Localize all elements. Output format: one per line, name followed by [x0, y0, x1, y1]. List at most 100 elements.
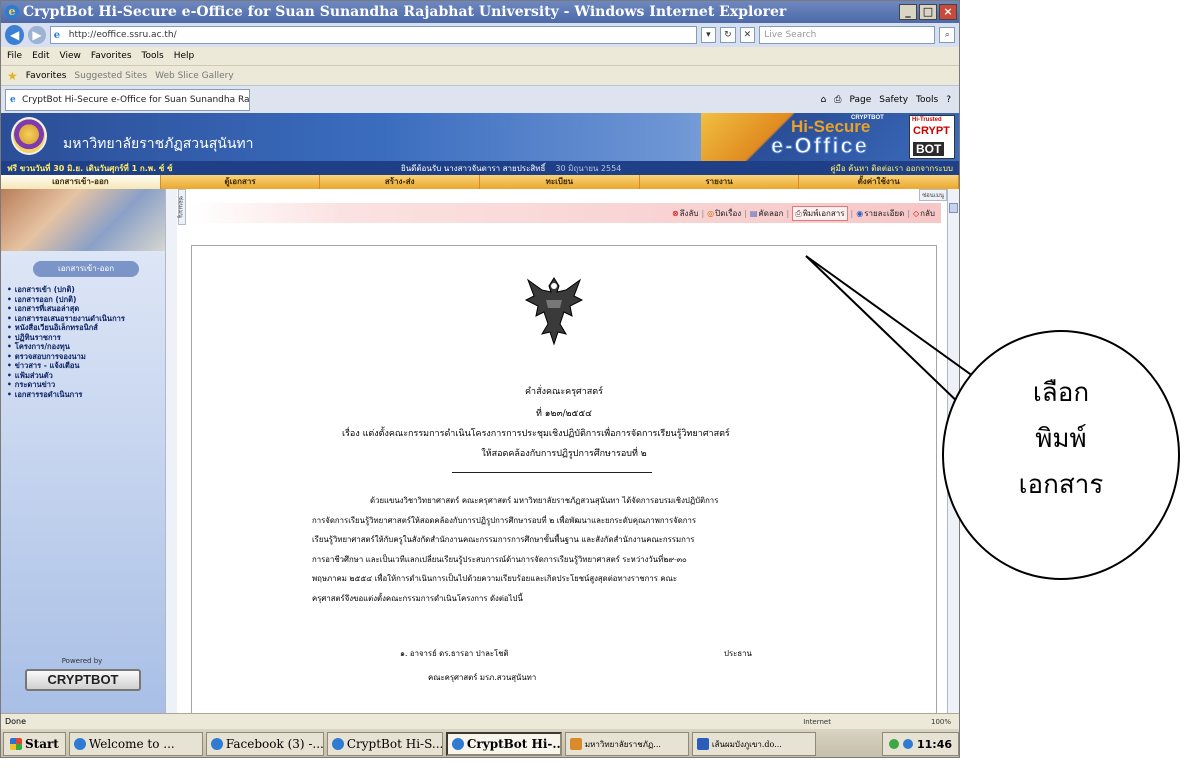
cryptbot-logo[interactable]: CRYPTBOT	[25, 669, 141, 691]
delete-button[interactable]: ⊗ลึงลับ	[672, 207, 699, 220]
start-button[interactable]: Start	[3, 732, 66, 756]
scroll-thumb[interactable]	[949, 203, 958, 213]
search-icon[interactable]: ⌕	[939, 27, 956, 43]
eoffice-logo: CRYPTBOT Hi-Secure e-Office Hi-Trusted C…	[701, 113, 959, 161]
sidebar-item[interactable]: แฟ้มส่วนตัว	[7, 371, 125, 381]
sidebar-item[interactable]: หนังสือเวียนอิเล็กทรอนิกส์	[7, 323, 125, 333]
ie-icon	[331, 738, 344, 750]
ie-icon	[451, 738, 464, 750]
status-bar: Done Internet 100%	[1, 713, 959, 729]
sidebar-list: เอกสารเข้า (ปกติ) เอกสารออก (ปกติ) เอกสา…	[7, 285, 125, 399]
sidebar-item[interactable]: กระดานข่าว	[7, 380, 125, 390]
university-name: มหาวิทยาลัยราชภัฏสวนสุนันทา	[63, 136, 254, 152]
menu-edit[interactable]: Edit	[32, 51, 49, 61]
clock: 11:46	[916, 737, 952, 751]
paragraph-line: พฤษภาคม ๒๕๕๔ เพื่อให้การดำเนินการเป็นไปด…	[312, 574, 678, 583]
sidebar-item[interactable]: ปฏิทินราชการ	[7, 333, 125, 343]
nav-create-send[interactable]: สร้าง-ส่ง	[320, 175, 481, 189]
print-icon[interactable]: ⎙	[834, 95, 841, 105]
top-marker[interactable]: ซ่อนเมนู	[919, 189, 947, 201]
stop-icon[interactable]: ✕	[739, 27, 756, 43]
forward-arrow-icon[interactable]: ▶	[28, 26, 46, 44]
document-paragraph: ด้วยแขนงวิชาวิทยาศาสตร์ คณะครุศาสตร์ มหา…	[312, 491, 812, 608]
university-seal-icon	[11, 117, 47, 155]
tray-app-icon[interactable]	[902, 739, 913, 749]
tray-network-icon[interactable]	[888, 739, 899, 749]
favorites-star-icon[interactable]: ★	[7, 69, 18, 83]
ie-icon: e	[5, 5, 19, 19]
back-button[interactable]: ◇กลับ	[913, 207, 935, 220]
taskbar-item[interactable]: Welcome to ...	[68, 732, 203, 756]
nav-document-cabinet[interactable]: ตู้เอกสาร	[161, 175, 321, 189]
details-button[interactable]: ◉รายละเอียด	[856, 207, 904, 220]
nav-reports[interactable]: รายงาน	[640, 175, 800, 189]
taskbar-item[interactable]: เส้นผมบังภูเขา.do...	[691, 732, 816, 756]
search-input[interactable]: Live Search	[759, 26, 936, 44]
favorites-item-slice[interactable]: Web Slice Gallery	[155, 71, 234, 81]
favorites-item-suggested[interactable]: Suggested Sites	[74, 71, 147, 81]
sidebar-scrollbar[interactable]	[165, 189, 177, 713]
garuda-emblem-icon	[524, 277, 584, 346]
tab-row: CryptBot Hi-Secure e-Office for Suan Sun…	[1, 85, 959, 113]
document-paper: คำสั่งคณะครุศาสตร์ ที่ ๑๒๓/๒๕๕๔ เรื่อง แ…	[191, 245, 937, 713]
browser-tab[interactable]: CryptBot Hi-Secure e-Office for Suan Sun…	[5, 88, 250, 111]
hide-menu-toggle[interactable]: ซ่อนเมนู	[177, 189, 186, 225]
address-bar: ◀ ▶ http://eoffice.ssru.ac.th/ ▾ ↻ ✕ Liv…	[1, 23, 959, 47]
windows-flag-icon	[10, 738, 22, 750]
member-role: ประธาน	[724, 649, 752, 658]
menu-file[interactable]: File	[7, 51, 22, 61]
home-icon[interactable]: ⌂	[821, 95, 827, 105]
back-label: กลับ	[920, 208, 935, 218]
sidebar-item[interactable]: ตรวจสอบการจองนาม	[7, 352, 125, 362]
delete-icon: ⊗	[671, 208, 679, 218]
nav-registry[interactable]: ทะเบียน	[480, 175, 640, 189]
thai-date-line: ฟรี ขวนวันที่ 30 มิ.ย. เดินวันศุกร์ที่ 1…	[7, 163, 173, 173]
favorites-label[interactable]: Favorites	[26, 71, 67, 81]
menu-view[interactable]: View	[60, 51, 81, 61]
separator: |	[701, 208, 705, 218]
browser-window: e CryptBot Hi-Secure e-Office for Suan S…	[0, 0, 960, 758]
help-icon[interactable]: ?	[946, 95, 951, 105]
print-document-button[interactable]: ⎙พิมพ์เอกสาร	[792, 205, 848, 221]
document-area: ซ่อนเมนู ⊗ลึงลับ | ◎ปิดเรื่อง | ▤คัดลอก …	[187, 189, 947, 713]
command-safety[interactable]: Safety	[879, 95, 908, 105]
copy-button[interactable]: ▤คัดลอก	[750, 207, 784, 220]
menu-favorites[interactable]: Favorites	[91, 51, 132, 61]
user-links[interactable]: คู่มือ ค้นหา ติดต่อเรา ออกจากระบบ	[830, 162, 959, 175]
sidebar-item[interactable]: โครงการ/กองทุน	[7, 342, 125, 352]
badge-bot: BOT	[913, 142, 945, 156]
close-button[interactable]: ×	[939, 4, 957, 20]
taskbar-item[interactable]: Facebook (3) -...	[205, 732, 324, 756]
url-field[interactable]: http://eoffice.ssru.ac.th/	[49, 26, 697, 44]
maximize-button[interactable]: □	[919, 4, 937, 20]
back-arrow-icon[interactable]: ◀	[5, 25, 25, 45]
sidebar-item[interactable]: เอกสารออก (ปกติ)	[7, 295, 125, 305]
date-bar: ฟรี ขวนวันที่ 30 มิ.ย. เดินวันศุกร์ที่ 1…	[1, 161, 959, 175]
member-name: ๑. อาจารย์ ดร.ธารอา ปาละโชติ	[400, 649, 509, 658]
menu-tools[interactable]: Tools	[142, 51, 164, 61]
delete-label: ลึงลับ	[679, 208, 699, 218]
refresh-icon[interactable]: ↻	[720, 27, 736, 43]
taskbar-item[interactable]: CryptBot Hi-S...	[326, 732, 443, 756]
command-page[interactable]: Page	[849, 95, 871, 105]
sidebar-item[interactable]: เอกสารเข้า (ปกติ)	[7, 285, 125, 295]
taskbar-item-active[interactable]: CryptBot Hi-...	[445, 732, 562, 756]
badge-crypt: CRYPT	[913, 125, 950, 137]
nav-settings[interactable]: ตั้งค่าใช้งาน	[799, 175, 959, 189]
close-doc-button[interactable]: ◎ปิดเรื่อง	[707, 207, 741, 220]
screenshot-stage: e CryptBot Hi-Secure e-Office for Suan S…	[0, 0, 1189, 774]
sidebar-item[interactable]: ข่าวสาร - แจ้งเตือน	[7, 361, 125, 371]
nav-incoming-outgoing[interactable]: เอกสารเข้า-ออก	[1, 175, 161, 189]
minimize-button[interactable]: _	[899, 4, 917, 20]
menu-help[interactable]: Help	[174, 51, 195, 61]
close-doc-icon: ◎	[707, 208, 715, 218]
sidebar-item[interactable]: เอกสารที่เสนอล่าสุด	[7, 304, 125, 314]
start-label: Start	[25, 737, 59, 751]
dropdown-icon[interactable]: ▾	[700, 27, 717, 43]
sidebar-item[interactable]: เอกสารรอเสนอรายงานดำเนินการ	[7, 314, 125, 324]
taskbar-item[interactable]: มหาวิทยาลัยราชภัฏ...	[564, 732, 689, 756]
command-tools[interactable]: Tools	[916, 95, 938, 105]
zoom-level[interactable]: 100%	[931, 718, 951, 726]
taskbar-item-label: มหาวิทยาลัยราชภัฏ...	[584, 739, 661, 749]
sidebar-item[interactable]: เอกสารรอดำเนินการ	[7, 390, 125, 400]
